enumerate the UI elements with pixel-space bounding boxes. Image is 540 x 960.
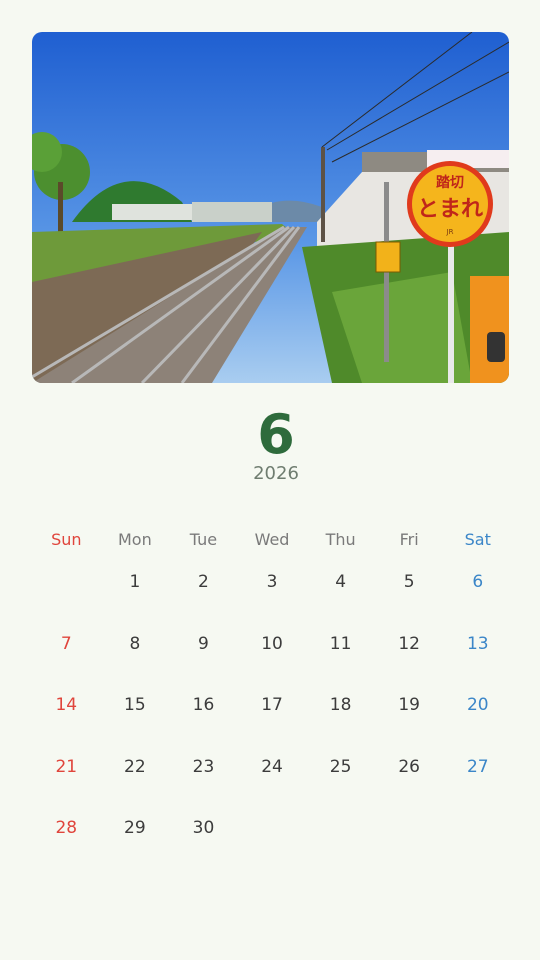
calendar-week-row: 1 2 3 4 5 6 xyxy=(32,567,512,629)
calendar-week-row: 28 29 30 xyxy=(32,813,512,875)
day-cell: 1 xyxy=(129,572,141,592)
railway-photo: 踏切 とまれ JR xyxy=(32,32,509,383)
weekday-sat: Sat xyxy=(464,530,491,549)
day-cell: 7 xyxy=(60,633,72,654)
day-cell: 5 xyxy=(403,572,415,592)
day-cell: 23 xyxy=(192,756,215,777)
day-cell: 27 xyxy=(466,756,489,777)
day-cell: 4 xyxy=(335,572,347,592)
day-cell: 17 xyxy=(261,695,283,715)
day-cell xyxy=(238,813,307,875)
railway-scene-image: 踏切 とまれ JR xyxy=(32,32,509,383)
day-cell: 6 xyxy=(472,572,484,592)
day-cell: 26 xyxy=(398,756,420,777)
day-cell xyxy=(375,813,444,875)
day-cell: 2 xyxy=(198,572,209,592)
day-cell: 18 xyxy=(329,695,352,715)
day-cell: 8 xyxy=(129,633,141,654)
month-header: 6 2026 xyxy=(0,405,540,485)
day-cell: 14 xyxy=(55,695,78,715)
sign-main-text: とまれ xyxy=(417,197,483,222)
day-cell: 10 xyxy=(261,633,283,654)
weekday-thu: Thu xyxy=(325,530,356,549)
day-cell: 21 xyxy=(55,756,78,777)
day-cell: 28 xyxy=(55,818,78,838)
day-cell: 30 xyxy=(192,818,215,838)
calendar-week-row: 21 22 23 24 25 26 27 xyxy=(32,752,512,814)
day-cell: 19 xyxy=(398,695,420,715)
weekday-tue: Tue xyxy=(189,530,218,549)
year-label: 2026 xyxy=(253,463,299,484)
day-cell: 16 xyxy=(192,695,215,715)
month-number: 6 xyxy=(257,403,295,466)
calendar-week-row: 7 8 9 10 11 12 13 xyxy=(32,629,512,691)
weekday-mon: Mon xyxy=(118,530,152,549)
calendar-grid: Sun Mon Tue Wed Thu Fri Sat 1 2 3 4 5 6 … xyxy=(32,525,512,875)
weekday-header-row: Sun Mon Tue Wed Thu Fri Sat xyxy=(32,525,512,555)
sign-top-text: 踏切 xyxy=(436,174,464,191)
day-cell: 24 xyxy=(261,756,283,777)
day-cell xyxy=(306,813,375,875)
weekday-sun: Sun xyxy=(51,530,82,549)
day-cell: 15 xyxy=(124,695,146,715)
weekday-wed: Wed xyxy=(254,530,290,549)
day-cell: 25 xyxy=(329,756,352,777)
day-cell: 12 xyxy=(398,633,420,654)
sign-small-text: JR xyxy=(446,228,454,236)
day-cell: 13 xyxy=(466,633,489,654)
weekday-fri: Fri xyxy=(399,530,419,549)
day-cell: 22 xyxy=(124,756,146,777)
day-cell: 29 xyxy=(124,818,146,838)
day-cell xyxy=(443,813,512,875)
day-cell: 3 xyxy=(266,572,278,592)
day-cell: 9 xyxy=(198,633,209,654)
day-cell: 11 xyxy=(329,633,352,654)
day-cell: 20 xyxy=(466,695,489,715)
calendar-week-row: 14 15 16 17 18 19 20 xyxy=(32,690,512,752)
day-cell xyxy=(32,567,101,629)
